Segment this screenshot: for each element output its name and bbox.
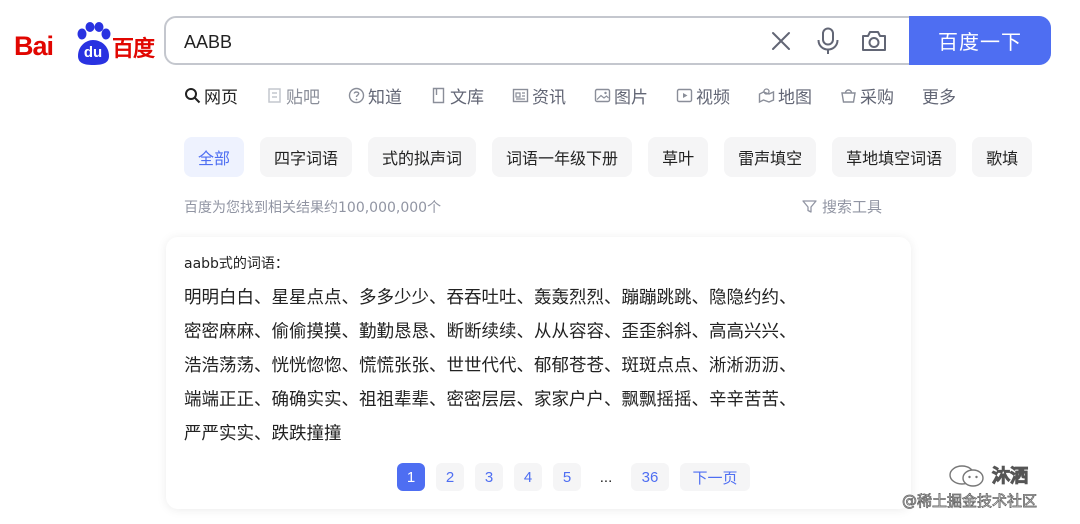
search-input[interactable] (184, 30, 744, 54)
tab-label: 网页 (204, 87, 238, 108)
chip-item[interactable]: 式的拟声词 (368, 137, 477, 177)
purchase-icon (841, 88, 856, 103)
tab-wenku[interactable]: 文库 (430, 83, 484, 108)
chip-item[interactable]: 草地填空词语 (832, 137, 957, 177)
logo-du-text: du (83, 44, 103, 61)
microphone-icon[interactable] (816, 27, 840, 55)
tab-label: 知道 (368, 87, 402, 108)
document-icon (432, 87, 445, 103)
page-button-36[interactable]: 36 (631, 463, 669, 491)
page-button-2[interactable]: 2 (436, 463, 464, 491)
page-button-3[interactable]: 3 (475, 463, 503, 491)
tab-web[interactable]: 网页 (184, 83, 238, 108)
watermark: 沐洒 @稀土掘金技术社区 (902, 462, 1078, 522)
chip-item[interactable]: 歌填 (972, 137, 1033, 177)
clear-icon[interactable] (770, 30, 792, 52)
card-body: 明明白白、星星点点、多多少少、吞吞吐吐、轰轰烈烈、蹦蹦跳跳、隐隐约约、 密密麻麻… (184, 281, 899, 451)
search-tools-label: 搜索工具 (822, 198, 883, 216)
video-icon (676, 88, 693, 102)
tab-label: 资讯 (532, 87, 566, 108)
search-tabs: 网页 贴吧 知道 文库 资讯 图片 视频 地图 采购 更多 (184, 82, 984, 108)
chip-all[interactable]: 全部 (184, 137, 245, 177)
word-line: 严严实实、跌跌撞撞 (184, 424, 342, 444)
page-button-5[interactable]: 5 (553, 463, 581, 491)
tab-label: 地图 (778, 87, 812, 108)
watermark-name: 沐洒 (992, 466, 1029, 488)
tab-map[interactable]: 地图 (758, 83, 812, 108)
tab-label: 图片 (614, 87, 648, 108)
question-icon (348, 87, 365, 103)
word-line: 端端正正、确确实实、祖祖辈辈、密密层层、家家户户、飘飘摇摇、辛辛苦苦、 (184, 390, 797, 410)
tab-more[interactable]: 更多 (922, 83, 956, 108)
result-count: 百度为您找到相关结果约100,000,000个 (184, 200, 442, 216)
page-button-4[interactable]: 4 (514, 463, 542, 491)
tab-news[interactable]: 资讯 (512, 83, 566, 108)
chip-item[interactable]: 草叶 (648, 137, 709, 177)
filter-icon (802, 200, 817, 213)
tab-images[interactable]: 图片 (594, 83, 648, 108)
word-line: 明明白白、星星点点、多多少少、吞吞吐吐、轰轰烈烈、蹦蹦跳跳、隐隐约约、 (184, 288, 797, 308)
chip-item[interactable]: 四字词语 (260, 137, 353, 177)
chip-item[interactable]: 词语一年级下册 (492, 137, 633, 177)
map-icon (758, 87, 775, 103)
wechat-icon (949, 465, 984, 487)
related-chips: 全部 四字词语 式的拟声词 词语一年级下册 草叶 雷声填空 草地填空词语 歌填 (184, 137, 1048, 177)
tab-purchase[interactable]: 采购 (840, 83, 894, 108)
tab-label: 更多 (922, 87, 956, 108)
search-button[interactable]: 百度一下 (909, 16, 1051, 65)
watermark-site: @稀土掘金技术社区 (902, 492, 1038, 511)
camera-icon[interactable] (861, 29, 887, 53)
search-icon (185, 87, 201, 103)
tab-zhidao[interactable]: 知道 (348, 83, 402, 108)
tab-tieba[interactable]: 贴吧 (266, 83, 320, 108)
logo-cn-text: 百度 (112, 37, 155, 62)
result-card: aabb式的词语： 明明白白、星星点点、多多少少、吞吞吐吐、轰轰烈烈、蹦蹦跳跳、… (166, 237, 911, 509)
page-button-1[interactable]: 1 (397, 463, 425, 491)
tab-label: 文库 (450, 87, 484, 108)
tab-label: 视频 (696, 87, 730, 108)
tab-label: 采购 (860, 87, 894, 108)
search-tools-button[interactable]: 搜索工具 (802, 196, 882, 217)
tab-label: 贴吧 (286, 87, 320, 108)
news-icon (512, 88, 529, 102)
card-title: aabb式的词语： (184, 256, 289, 272)
pagination: 1 2 3 4 5 ... 36 下一页 (397, 463, 761, 491)
baidu-logo[interactable]: Bai du 百度 (14, 22, 155, 66)
next-page-button[interactable]: 下一页 (680, 463, 750, 491)
word-line: 浩浩荡荡、恍恍惚惚、慌慌张张、世世代代、郁郁苍苍、斑斑点点、淅淅沥沥、 (184, 356, 797, 376)
word-line: 密密麻麻、偷偷摸摸、勤勤恳恳、断断续续、从从容容、歪歪斜斜、高高兴兴、 (184, 322, 797, 342)
page-ellipsis: ... (599, 468, 613, 486)
chip-item[interactable]: 雷声填空 (724, 137, 817, 177)
tieba-icon (268, 87, 281, 103)
image-icon (594, 88, 611, 102)
logo-bai-text: Bai (14, 31, 54, 61)
tab-video[interactable]: 视频 (676, 83, 730, 108)
search-box: 百度一下 (164, 16, 1051, 65)
